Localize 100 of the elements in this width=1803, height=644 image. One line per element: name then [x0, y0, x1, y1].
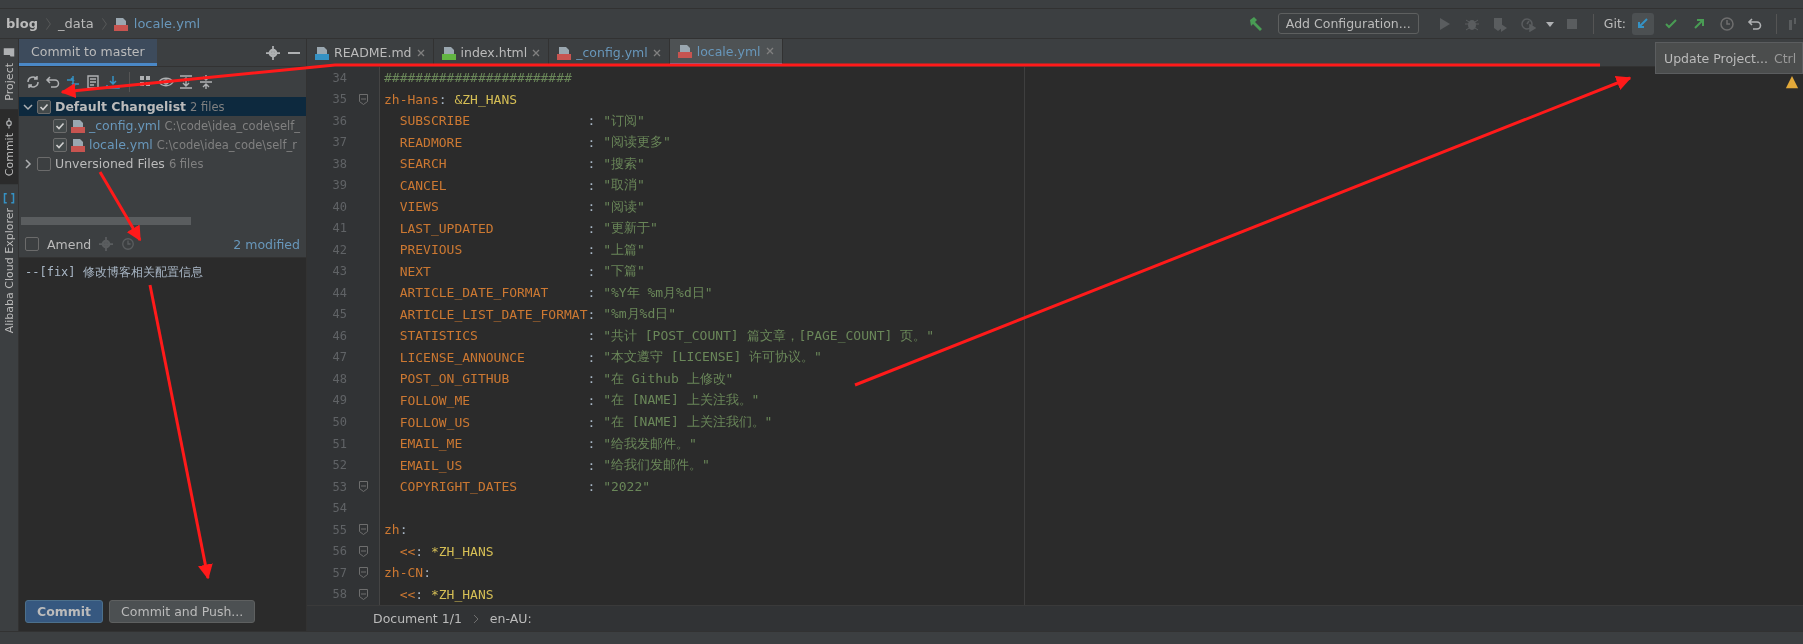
- tool-window-tab[interactable]: Commit: [0, 108, 18, 184]
- code-line: FOLLOW_ME : "在 [NAME] 上关注我。": [398, 391, 760, 410]
- download-icon: [105, 74, 121, 90]
- code-line: STATISTICS : "共计 [POST_COUNT] 篇文章，[PAGE_COUNT] 页。": [398, 326, 935, 346]
- file-count: 6 files: [168, 156, 204, 171]
- document-icon: [85, 74, 101, 90]
- code-line: SUBSCRIBE : "订阅": [398, 111, 645, 131]
- code-line: ########################: [384, 69, 572, 88]
- fold-marker-icon[interactable]: [358, 93, 368, 105]
- code-line: CANCEL : "取消": [398, 176, 645, 195]
- clock-icon: [1719, 15, 1735, 32]
- file-row[interactable]: _config.yml C:\code\idea_code\self_: [19, 116, 306, 135]
- code-line: <<: *ZH_HANS: [398, 585, 494, 604]
- changelist-row[interactable]: Default Changelist 2 files: [19, 97, 306, 116]
- close-icon: [532, 48, 541, 57]
- file-type-icon: [441, 45, 456, 60]
- close-icon: [416, 48, 425, 57]
- file-type-icon: [315, 45, 329, 60]
- file-type-icon: [557, 45, 572, 60]
- clock-icon: [121, 237, 136, 251]
- structure-breadcrumb[interactable]: en-AU:: [489, 611, 532, 626]
- fold-marker-icon[interactable]: [358, 588, 368, 600]
- shield-play-icon: [1491, 15, 1508, 32]
- collapse-all-icon: [198, 74, 214, 90]
- changelist-name: Unversioned Files: [55, 156, 165, 171]
- file-row[interactable]: locale.yml C:\code\idea_code\self_r: [19, 135, 306, 154]
- code-line: POST_ON_GITHUB : "在 Github 上修改": [398, 369, 734, 389]
- bracket-icon: [3, 191, 15, 204]
- commit-icon: [3, 116, 15, 129]
- minimize-icon: [288, 51, 300, 54]
- checkbox[interactable]: [53, 137, 67, 152]
- file-path: C:\code\idea_code\self_r: [156, 137, 297, 152]
- file-type-icon: [71, 118, 85, 133]
- code-line: NEXT : "下篇": [398, 262, 645, 281]
- commit-button[interactable]: Commit: [25, 600, 104, 623]
- breadcrumb-item[interactable]: blog: [6, 16, 38, 31]
- code-line: zh-Hans: &ZH_HANS: [384, 90, 518, 109]
- code-line: EMAIL_US : "给我们发邮件。": [398, 456, 710, 475]
- code-line: zh-CN:: [384, 564, 431, 583]
- add-configuration-button[interactable]: Add Configuration...: [1277, 13, 1419, 34]
- git-action-button[interactable]: [1632, 12, 1654, 35]
- file-type-icon: [677, 44, 692, 58]
- checkbox[interactable]: [53, 118, 67, 133]
- folder-icon: [3, 47, 15, 59]
- file-path: C:\code\idea_code\self_: [164, 118, 300, 133]
- tool-window-tab[interactable]: Alibaba Cloud Explorer: [0, 183, 18, 342]
- gauge-play-icon: [1519, 15, 1536, 32]
- file-count: 2 files: [190, 99, 225, 114]
- vcs-icon: [1787, 15, 1797, 32]
- code-line: LICENSE_ANNOUNCE : "本文遵守 [LICENSE] 许可协议。": [398, 348, 822, 367]
- file-name: locale.yml: [89, 137, 153, 152]
- checkmark-icon: [55, 120, 65, 131]
- chevron-icon[interactable]: [23, 158, 33, 169]
- close-icon: [652, 48, 661, 57]
- fold-marker-icon[interactable]: [358, 545, 368, 557]
- code-line: ARTICLE_DATE_FORMAT : "%Y年 %m月%d日": [398, 283, 713, 303]
- checkbox[interactable]: [37, 99, 51, 114]
- file-name: _config.yml: [89, 118, 161, 133]
- breadcrumb-chevron-icon: [44, 15, 52, 32]
- code-line: zh:: [384, 521, 408, 540]
- breadcrumb-chevron-icon: [99, 15, 108, 32]
- tooltip: Update Project... Ctrl: [1655, 42, 1803, 74]
- panel-tab[interactable]: Commit to master: [19, 39, 157, 66]
- checkmark-icon: [55, 139, 65, 150]
- code-line: VIEWS : "阅读": [398, 197, 645, 217]
- code-line: EMAIL_ME : "给我发邮件。": [398, 434, 697, 453]
- code-line: READMORE : "阅读更多": [398, 133, 671, 152]
- git-label: Git:: [1603, 16, 1626, 31]
- fold-marker-icon[interactable]: [358, 481, 368, 493]
- chevron-icon[interactable]: [23, 101, 33, 112]
- annotation-arrow: [98, 171, 142, 242]
- fold-marker-icon[interactable]: [358, 524, 368, 536]
- file-type-icon: [113, 16, 128, 31]
- breadcrumb-item[interactable]: _data: [58, 16, 94, 31]
- structure-breadcrumb[interactable]: Document 1/1: [373, 611, 462, 626]
- code-line: SEARCH : "搜索": [398, 154, 645, 174]
- refresh-icon: [25, 74, 41, 90]
- checkbox[interactable]: [37, 156, 51, 171]
- breadcrumb-item[interactable]: locale.yml: [133, 16, 201, 31]
- fold-marker-icon[interactable]: [358, 567, 368, 579]
- changelist-name: Default Changelist: [55, 99, 187, 114]
- code-line: PREVIOUS : "上篇": [398, 240, 645, 260]
- modified-count-link[interactable]: 2 modified: [233, 236, 300, 252]
- amend-checkbox[interactable]: [25, 237, 39, 251]
- close-icon: [765, 47, 774, 55]
- tool-window-tab[interactable]: Project: [0, 39, 18, 109]
- expand-all-icon: [178, 74, 194, 90]
- changelist-row[interactable]: Unversioned Files 6 files: [19, 154, 306, 173]
- commit-and-push-button[interactable]: Commit and Push...: [109, 600, 256, 623]
- amend-label: Amend: [47, 236, 92, 252]
- scrollbar[interactable]: [21, 217, 191, 225]
- checkmark-icon: [39, 101, 49, 112]
- undo-icon: [45, 74, 61, 90]
- code-line: <<: *ZH_HANS: [398, 542, 494, 561]
- breadcrumb-chevron-icon: [471, 613, 480, 624]
- code-line: ARTICLE_LIST_DATE_FORMAT: "%m月%d日": [398, 305, 677, 324]
- code-line: COPYRIGHT_DATES : "2022": [398, 478, 651, 497]
- commit-message-field[interactable]: --[fix] 修改博客相关配置信息: [25, 264, 300, 281]
- code-line: LAST_UPDATED : "更新于": [398, 219, 658, 238]
- file-type-icon: [71, 137, 85, 152]
